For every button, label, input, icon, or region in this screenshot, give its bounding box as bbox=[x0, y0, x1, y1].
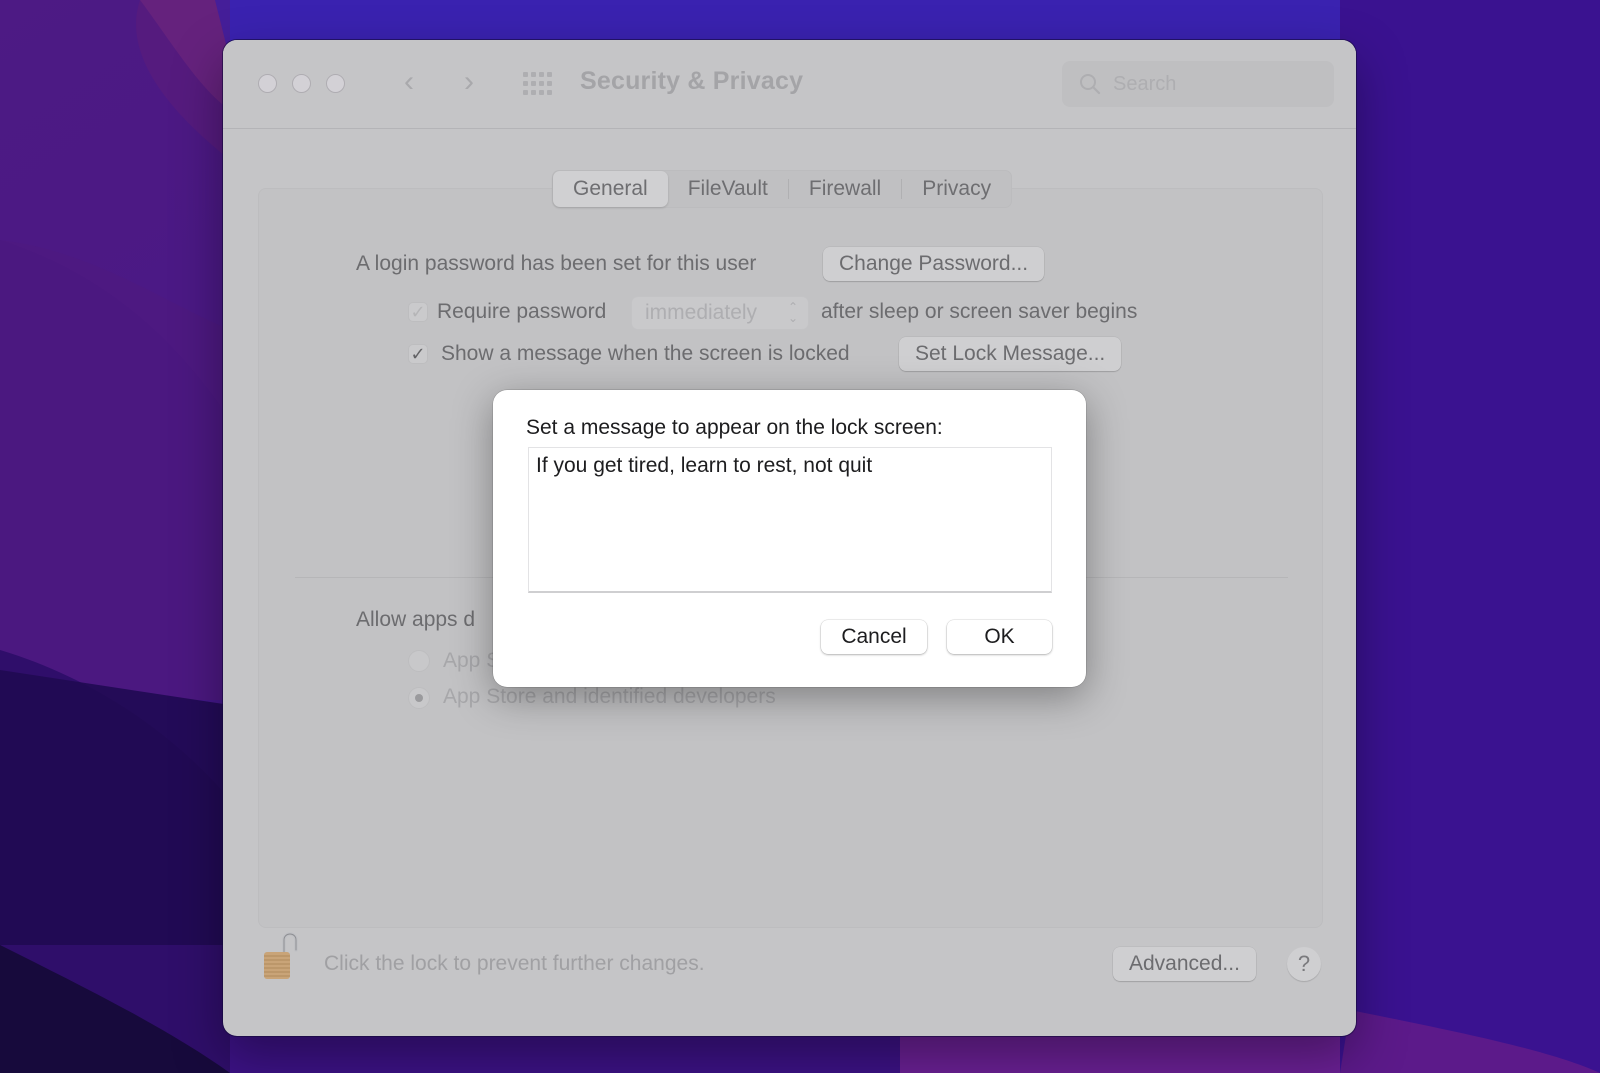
lock-message-dialog: Set a message to appear on the lock scre… bbox=[493, 390, 1086, 687]
search-field[interactable]: Search bbox=[1062, 61, 1334, 107]
question-mark-icon: ? bbox=[1297, 951, 1311, 976]
tab-privacy[interactable]: Privacy bbox=[902, 171, 1011, 207]
radio-app-store[interactable] bbox=[408, 650, 430, 672]
cancel-button[interactable]: Cancel bbox=[821, 620, 927, 654]
radio-selected-dot bbox=[415, 694, 423, 702]
require-password-delay-popup[interactable]: immediately ⌃ ⌄ bbox=[631, 296, 809, 330]
titlebar: ‹ › Security & Privacy Search bbox=[223, 40, 1356, 129]
checkmark-icon: ✓ bbox=[410, 302, 426, 322]
zoom-window-button[interactable] bbox=[326, 74, 345, 93]
require-password-checkbox[interactable]: ✓ bbox=[408, 302, 428, 322]
show-all-grid-icon[interactable] bbox=[523, 72, 553, 96]
tab-bar: General FileVault Firewall Privacy bbox=[552, 170, 1013, 208]
dialog-prompt: Set a message to appear on the lock scre… bbox=[526, 416, 943, 439]
login-password-text: A login password has been set for this u… bbox=[356, 252, 757, 275]
require-password-suffix: after sleep or screen saver begins bbox=[821, 300, 1138, 323]
search-placeholder: Search bbox=[1113, 73, 1177, 95]
help-button[interactable]: ? bbox=[1287, 947, 1321, 981]
tab-general[interactable]: General bbox=[553, 171, 668, 207]
chevron-left-icon: ‹ bbox=[404, 65, 414, 98]
tab-filevault[interactable]: FileVault bbox=[668, 171, 788, 207]
search-icon bbox=[1080, 74, 1101, 95]
popup-value: immediately bbox=[645, 301, 758, 324]
advanced-button[interactable]: Advanced... bbox=[1113, 947, 1256, 981]
allow-apps-label: Allow apps d bbox=[356, 608, 476, 631]
minimize-window-button[interactable] bbox=[292, 74, 311, 93]
checkmark-icon: ✓ bbox=[410, 344, 426, 364]
window-title: Security & Privacy bbox=[580, 67, 804, 95]
radio-app-store-identified[interactable] bbox=[408, 687, 430, 709]
back-button[interactable]: ‹ bbox=[397, 65, 421, 98]
lock-status-text: Click the lock to prevent further change… bbox=[324, 952, 705, 975]
lock-message-input[interactable]: If you get tired, learn to rest, not qui… bbox=[528, 447, 1052, 593]
chevron-right-icon: › bbox=[464, 65, 474, 98]
close-window-button[interactable] bbox=[258, 74, 277, 93]
require-password-label: Require password bbox=[437, 300, 607, 323]
radio-app-store-label: App S bbox=[443, 649, 501, 672]
radio-app-store-identified-label: App Store and identified developers bbox=[443, 685, 776, 708]
tab-firewall[interactable]: Firewall bbox=[789, 171, 901, 207]
change-password-button[interactable]: Change Password... bbox=[823, 247, 1045, 281]
ok-button[interactable]: OK bbox=[947, 620, 1052, 654]
up-down-arrows-icon: ⌃ ⌄ bbox=[787, 300, 798, 325]
unlocked-padlock-icon[interactable] bbox=[260, 928, 302, 982]
show-message-checkbox[interactable]: ✓ bbox=[408, 344, 428, 364]
set-lock-message-button[interactable]: Set Lock Message... bbox=[899, 337, 1122, 371]
forward-button[interactable]: › bbox=[457, 65, 481, 98]
show-message-label: Show a message when the screen is locked bbox=[441, 342, 850, 365]
